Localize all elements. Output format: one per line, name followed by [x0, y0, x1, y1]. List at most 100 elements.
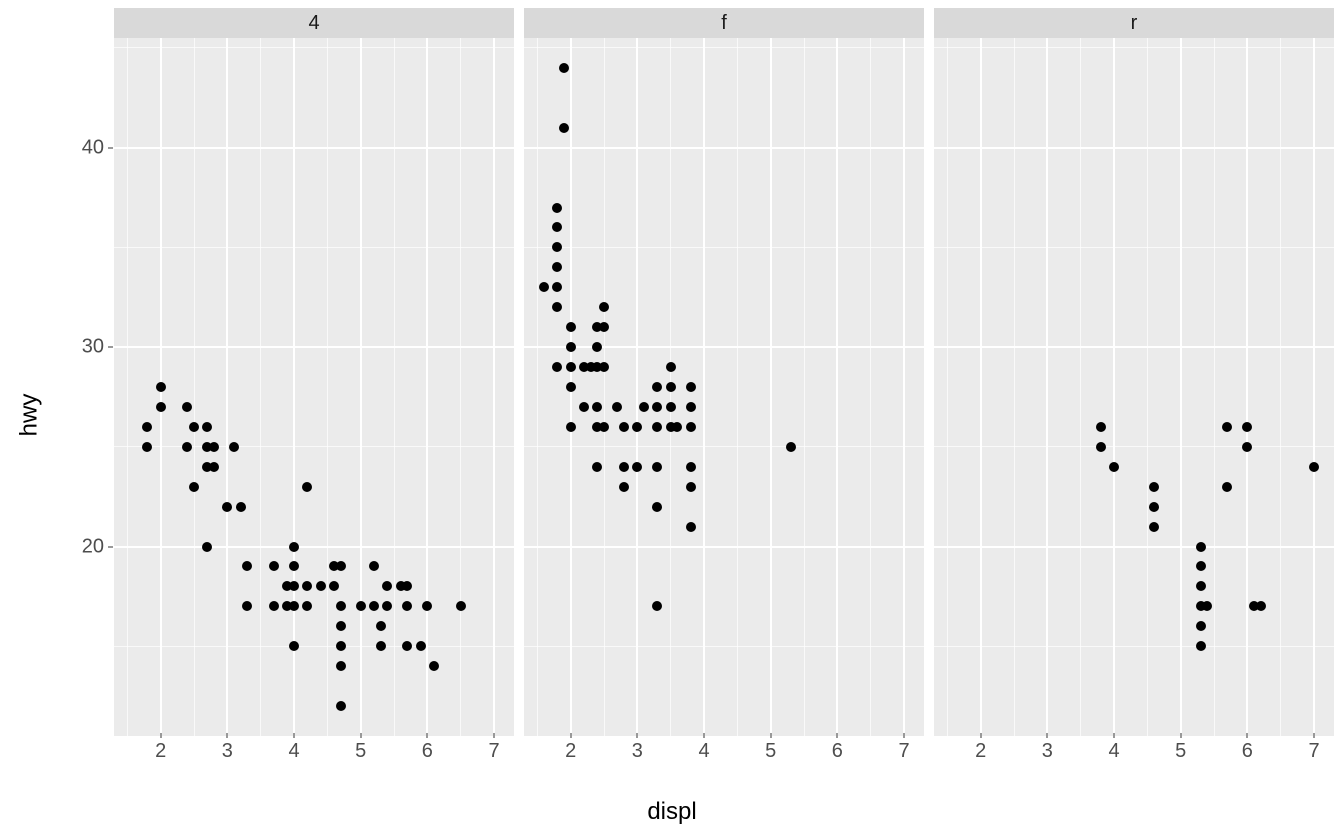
x-tick-label: 2 [155, 740, 166, 763]
data-point [686, 422, 696, 432]
x-tick-label: 3 [1042, 740, 1053, 763]
facet-strip-label: 4 [114, 8, 514, 38]
data-point [402, 641, 412, 651]
x-tick-label: 3 [632, 740, 643, 763]
gridline-major-h [114, 147, 514, 149]
data-point [302, 482, 312, 492]
x-tick-label: 5 [1175, 740, 1186, 763]
x-tick-mark [427, 733, 428, 738]
data-point [1309, 462, 1319, 472]
x-tick-label: 7 [1308, 740, 1319, 763]
data-point [1149, 502, 1159, 512]
data-point [316, 581, 326, 591]
y-tick-label: 30 [82, 336, 104, 359]
y-tick-label: 20 [82, 535, 104, 558]
x-tick-mark [1047, 733, 1048, 738]
x-tick-mark [770, 733, 771, 738]
gridline-minor-h [114, 47, 514, 48]
gridline-major-v [226, 38, 228, 736]
data-point [652, 601, 662, 611]
x-tick-mark [570, 733, 571, 738]
data-point [592, 342, 602, 352]
x-tick-mark [360, 733, 361, 738]
data-point [566, 382, 576, 392]
plot-area [114, 38, 514, 736]
gridline-major-v [293, 38, 295, 736]
gridline-minor-v [537, 38, 538, 736]
x-tick-mark [980, 733, 981, 738]
gridline-major-v [1246, 38, 1248, 736]
data-point [579, 402, 589, 412]
data-point [686, 402, 696, 412]
gridline-major-v [1046, 38, 1048, 736]
data-point [1256, 601, 1266, 611]
data-point [1196, 542, 1206, 552]
data-point [592, 462, 602, 472]
data-point [686, 382, 696, 392]
data-point [552, 262, 562, 272]
gridline-major-v [703, 38, 705, 736]
data-point [456, 601, 466, 611]
gridline-major-h [934, 346, 1334, 348]
x-tick-mark [494, 733, 495, 738]
data-point [559, 123, 569, 133]
gridline-minor-v [1014, 38, 1015, 736]
gridline-minor-h [524, 47, 924, 48]
data-point [189, 482, 199, 492]
gridline-major-v [770, 38, 772, 736]
data-point [336, 601, 346, 611]
gridline-major-h [524, 147, 924, 149]
data-point [222, 502, 232, 512]
gridline-major-v [493, 38, 495, 736]
data-point [302, 601, 312, 611]
data-point [566, 342, 576, 352]
data-point [1242, 442, 1252, 452]
data-point [382, 581, 392, 591]
x-tick-mark [1114, 733, 1115, 738]
x-tick-label: 3 [222, 740, 233, 763]
x-tick-mark [1180, 733, 1181, 738]
data-point [566, 362, 576, 372]
y-tick-mark [108, 347, 113, 348]
x-tick-mark [837, 733, 838, 738]
gridline-major-h [524, 346, 924, 348]
facet-panel: 4234567 [114, 8, 514, 764]
data-point [619, 482, 629, 492]
gridline-major-v [1180, 38, 1182, 736]
x-tick-mark [160, 733, 161, 738]
gridline-minor-h [934, 47, 1334, 48]
gridline-minor-h [114, 646, 514, 647]
data-point [612, 402, 622, 412]
data-point [429, 661, 439, 671]
gridline-minor-v [194, 38, 195, 736]
gridline-minor-h [934, 247, 1334, 248]
data-point [242, 601, 252, 611]
gridline-major-h [934, 147, 1334, 149]
data-point [686, 462, 696, 472]
data-point [686, 482, 696, 492]
x-axis-title: displ [647, 798, 696, 826]
data-point [619, 462, 629, 472]
gridline-major-v [360, 38, 362, 736]
plot-area [934, 38, 1334, 736]
data-point [329, 581, 339, 591]
data-point [202, 542, 212, 552]
data-point [142, 442, 152, 452]
x-tick-label: 7 [488, 740, 499, 763]
gridline-major-v [636, 38, 638, 736]
gridline-minor-v [804, 38, 805, 736]
x-tick-label: 6 [422, 740, 433, 763]
data-point [182, 402, 192, 412]
data-point [416, 641, 426, 651]
data-point [142, 422, 152, 432]
facet-strip-label: f [524, 8, 924, 38]
x-tick-label: 6 [1242, 740, 1253, 763]
data-point [652, 402, 662, 412]
gridline-minor-v [737, 38, 738, 736]
gridline-minor-v [604, 38, 605, 736]
data-point [289, 561, 299, 571]
gridline-minor-v [260, 38, 261, 736]
data-point [336, 701, 346, 711]
data-point [229, 442, 239, 452]
data-point [269, 561, 279, 571]
